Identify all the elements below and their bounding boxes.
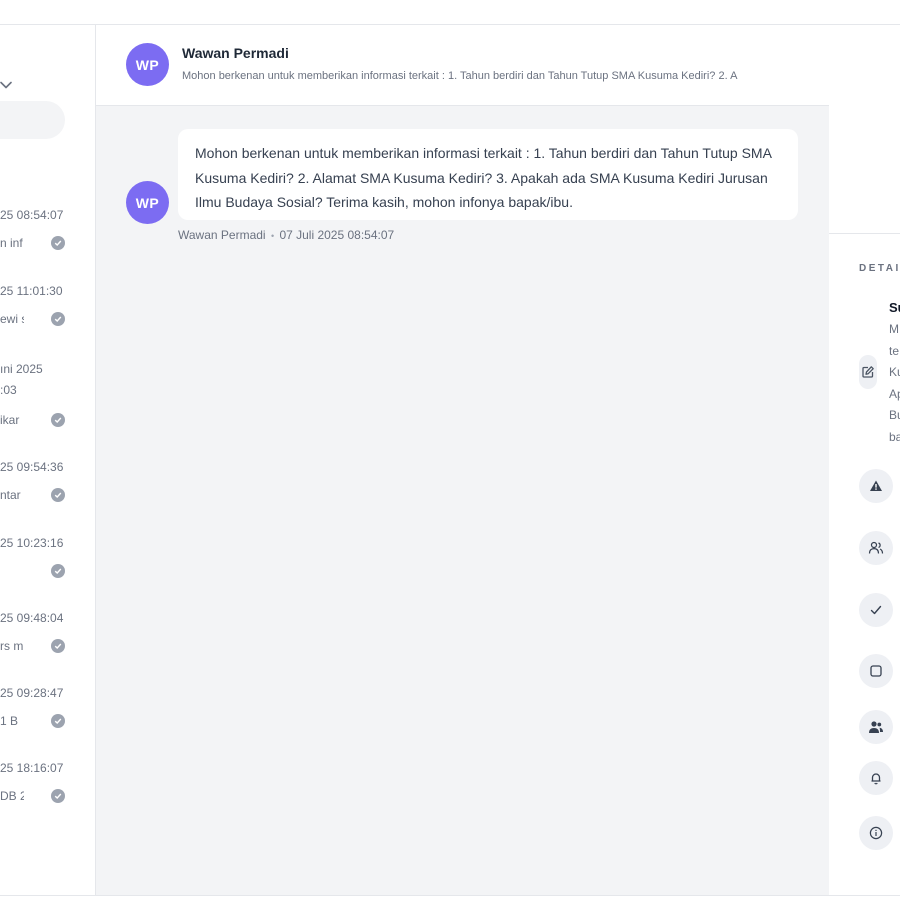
subject-line: Ku (889, 365, 900, 379)
conversation-item[interactable]: ıni 2025 :03 ikar (0, 359, 95, 427)
details-panel: DETAI Su M te Ku Ap Bu ba (829, 25, 900, 895)
conversation-date: 25 09:48:04 (0, 611, 64, 625)
bell-icon[interactable] (859, 761, 893, 795)
conversation-snippet: 1 B (0, 714, 19, 728)
conversation-date: :03 (0, 383, 17, 397)
top-bar (0, 0, 900, 25)
conversation-item[interactable]: 25 09:54:36 ntar (0, 457, 95, 517)
conversation-snippet: rs m (0, 639, 24, 653)
subject-line: Ap (889, 386, 900, 401)
conversation-item[interactable]: 25 09:28:47 1 B (0, 683, 95, 743)
conversation-date: ıni 2025 (0, 362, 43, 376)
conversation-item[interactable]: 25 08:54:07 n inf (0, 205, 95, 265)
conversation-item[interactable]: 25 11:01:30 ewi s (0, 281, 95, 341)
conversation-snippet: DB 2 (0, 789, 24, 803)
chat-header: WP Wawan Permadi Mohon berkenan untuk me… (96, 25, 829, 106)
search-input[interactable] (0, 101, 65, 139)
conversation-item[interactable]: 25 18:16:07 DB 2 (0, 758, 95, 818)
contact-name: Wawan Permadi (182, 45, 289, 61)
avatar: WP (126, 43, 169, 86)
square-icon[interactable] (859, 654, 893, 688)
conversation-snippet: ewi s (0, 312, 24, 326)
read-check-icon (51, 714, 65, 728)
info-icon[interactable] (859, 816, 893, 850)
bottom-bar (0, 895, 900, 900)
conversation-item[interactable]: 25 10:23:16 (0, 533, 95, 593)
warning-icon[interactable] (859, 469, 893, 503)
details-divider (829, 233, 900, 234)
message-avatar: WP (126, 181, 169, 224)
subject-line: te (889, 343, 900, 358)
conversation-snippet: ikar (0, 413, 20, 427)
conversation-date: 25 09:54:36 (0, 460, 64, 474)
meta-separator: • (270, 231, 275, 241)
read-check-icon (51, 564, 65, 578)
conversation-snippet: n inf (0, 236, 23, 250)
group-icon[interactable] (859, 710, 893, 744)
read-check-icon (51, 413, 65, 427)
subject-text: M te Ku Ap Bu ba (889, 319, 900, 448)
message-bubble: Mohon berkenan untuk memberikan informas… (178, 129, 798, 220)
subject-line: ba (889, 429, 900, 444)
message-sender: Wawan Permadi (178, 228, 266, 242)
conversation-date: 25 11:01:30 (0, 284, 63, 298)
read-check-icon (51, 789, 65, 803)
read-check-icon (51, 312, 65, 326)
chat-panel: WP Wawan Permadi Mohon berkenan untuk me… (96, 25, 829, 895)
subject-line: M (889, 322, 899, 336)
conversation-date: 25 10:23:16 (0, 536, 64, 550)
check-icon[interactable] (859, 593, 893, 627)
subject-line: Bu (889, 408, 900, 422)
read-check-icon (51, 488, 65, 502)
edit-icon[interactable] (859, 355, 877, 389)
conversation-item[interactable]: 25 09:48:04 rs m (0, 608, 95, 668)
subject-title: Su (889, 300, 900, 315)
message-meta: Wawan Permadi • 07 Juli 2025 08:54:07 (178, 228, 394, 242)
message-time: 07 Juli 2025 08:54:07 (279, 228, 395, 242)
read-check-icon (51, 639, 65, 653)
header-message-snippet: Mohon berkenan untuk memberikan informas… (182, 70, 738, 82)
conversation-snippet: ntar (0, 488, 21, 502)
conversation-list-panel: 25 08:54:07 n inf 25 11:01:30 ewi s ıni … (0, 25, 96, 895)
conversation-date: 25 08:54:07 (0, 208, 64, 222)
users-icon[interactable] (859, 531, 893, 565)
read-check-icon (51, 236, 65, 250)
chevron-down-icon[interactable] (0, 79, 12, 91)
details-section-label: DETAI (859, 263, 900, 274)
conversation-date: 25 09:28:47 (0, 686, 64, 700)
conversation-date: 25 18:16:07 (0, 761, 64, 775)
